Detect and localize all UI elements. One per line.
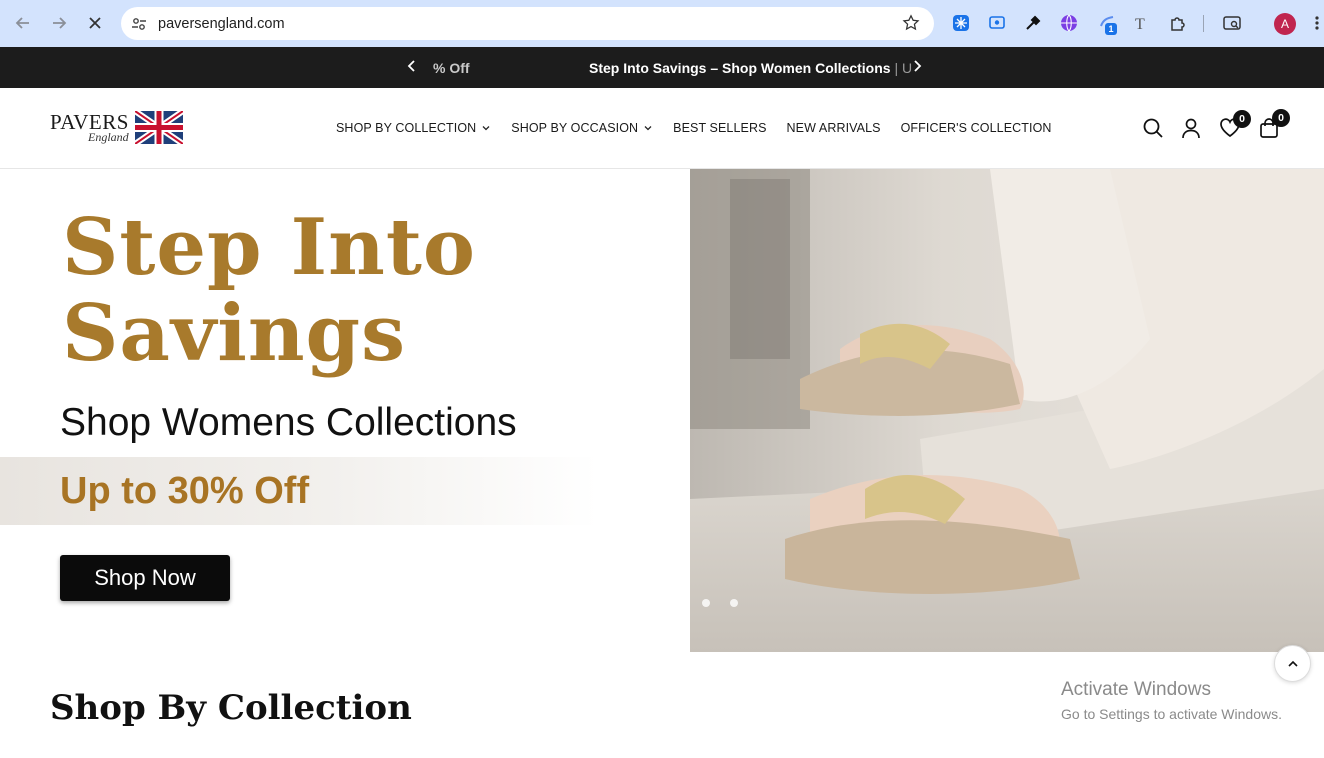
section-title: Shop By Collection	[50, 688, 412, 728]
logo-sub: England	[88, 130, 129, 144]
nav-label: NEW ARRIVALS	[786, 121, 881, 135]
browser-toolbar: paversengland.com 1 T A	[0, 0, 1324, 47]
nav-new-arrivals[interactable]: NEW ARRIVALS	[787, 121, 881, 135]
announcement-text[interactable]: Step Into Savings – Shop Women Collectio…	[589, 60, 912, 76]
profile-avatar[interactable]: A	[1274, 13, 1296, 35]
forward-icon[interactable]	[45, 9, 73, 37]
bookmark-star-icon[interactable]	[902, 14, 920, 32]
hero-banner[interactable]: Step Into Savings Shop Womens Collection…	[0, 169, 1324, 652]
nav-label: SHOP BY OCCASION	[511, 121, 639, 135]
nav-label: BEST SELLERS	[673, 121, 767, 135]
nav-shop-by-collection[interactable]: SHOP BY COLLECTION	[336, 121, 491, 135]
stop-loading-icon[interactable]	[81, 9, 109, 37]
windows-activation-watermark: Activate Windows Go to Settings to activ…	[1061, 679, 1282, 722]
back-icon[interactable]	[9, 9, 37, 37]
shop-now-button[interactable]: Shop Now	[60, 555, 230, 601]
extension-text-icon[interactable]: T	[1130, 12, 1152, 34]
address-bar[interactable]: paversengland.com	[121, 7, 934, 40]
carousel-dot-1[interactable]	[702, 599, 710, 607]
site-header: PAVERS England SHOP BY COLLECTION SHOP B…	[0, 88, 1324, 169]
cart-count-badge: 0	[1272, 109, 1290, 127]
extension-snowflake-icon[interactable]	[950, 12, 972, 34]
svg-text:T: T	[1135, 16, 1145, 32]
hero-image	[690, 169, 1324, 652]
extensions-puzzle-icon[interactable]	[1167, 12, 1189, 34]
extension-screen-icon[interactable]	[986, 12, 1008, 34]
hero-title-line2: Savings	[62, 288, 406, 379]
activate-title: Activate Windows	[1061, 679, 1211, 700]
hero-text-panel: Step Into Savings Shop Womens Collection…	[0, 169, 690, 652]
hero-offer: Up to 30% Off	[60, 470, 310, 512]
hero-subtitle: Shop Womens Collections	[60, 401, 517, 444]
scroll-to-top-button[interactable]	[1274, 645, 1311, 682]
url-text: paversengland.com	[158, 15, 285, 32]
search-icon[interactable]	[1142, 117, 1164, 139]
wishlist-count-badge: 0	[1233, 110, 1251, 128]
nav-shop-by-occasion[interactable]: SHOP BY OCCASION	[511, 121, 653, 135]
main-navigation: SHOP BY COLLECTION SHOP BY OCCASION BEST…	[336, 121, 1072, 135]
browser-menu-icon[interactable]	[1310, 12, 1324, 34]
announcement-separator: |	[894, 60, 899, 76]
carousel-dot-2[interactable]	[730, 599, 738, 607]
chevron-down-icon	[644, 126, 652, 131]
extension-globe-icon[interactable]	[1058, 12, 1080, 34]
announcement-next-icon[interactable]	[909, 58, 925, 74]
announcement-main: Step Into Savings – Shop Women Collectio…	[589, 60, 891, 76]
announcement-prev-text: % Off	[433, 60, 470, 76]
chevron-down-icon	[482, 126, 490, 131]
union-jack-icon	[135, 111, 183, 144]
nav-label: SHOP BY COLLECTION	[336, 121, 477, 135]
nav-label: OFFICER'S COLLECTION	[900, 121, 1052, 135]
extension-eyedropper-icon[interactable]	[1022, 12, 1044, 34]
announcement-bar: % Off Step Into Savings – Shop Women Col…	[0, 47, 1324, 88]
sandals-photo	[690, 169, 1324, 652]
extension-badge-count: 1	[1105, 23, 1117, 35]
account-icon[interactable]	[1180, 117, 1202, 139]
hero-title: Step Into Savings	[62, 205, 476, 377]
activate-subtitle: Go to Settings to activate Windows.	[1061, 706, 1282, 722]
hero-title-line1: Step Into	[62, 202, 476, 293]
extension-badge-icon[interactable]: 1	[1096, 12, 1118, 35]
toolbar-divider	[1203, 15, 1204, 32]
site-settings-icon[interactable]	[131, 16, 147, 32]
announcement-prev-icon[interactable]	[404, 58, 420, 74]
tab-search-icon[interactable]	[1221, 12, 1243, 34]
nav-best-sellers[interactable]: BEST SELLERS	[673, 121, 766, 135]
chevron-up-icon	[1287, 660, 1298, 667]
nav-officers-collection[interactable]: OFFICER'S COLLECTION	[901, 121, 1052, 135]
pavers-logo[interactable]: PAVERS England	[50, 110, 186, 150]
